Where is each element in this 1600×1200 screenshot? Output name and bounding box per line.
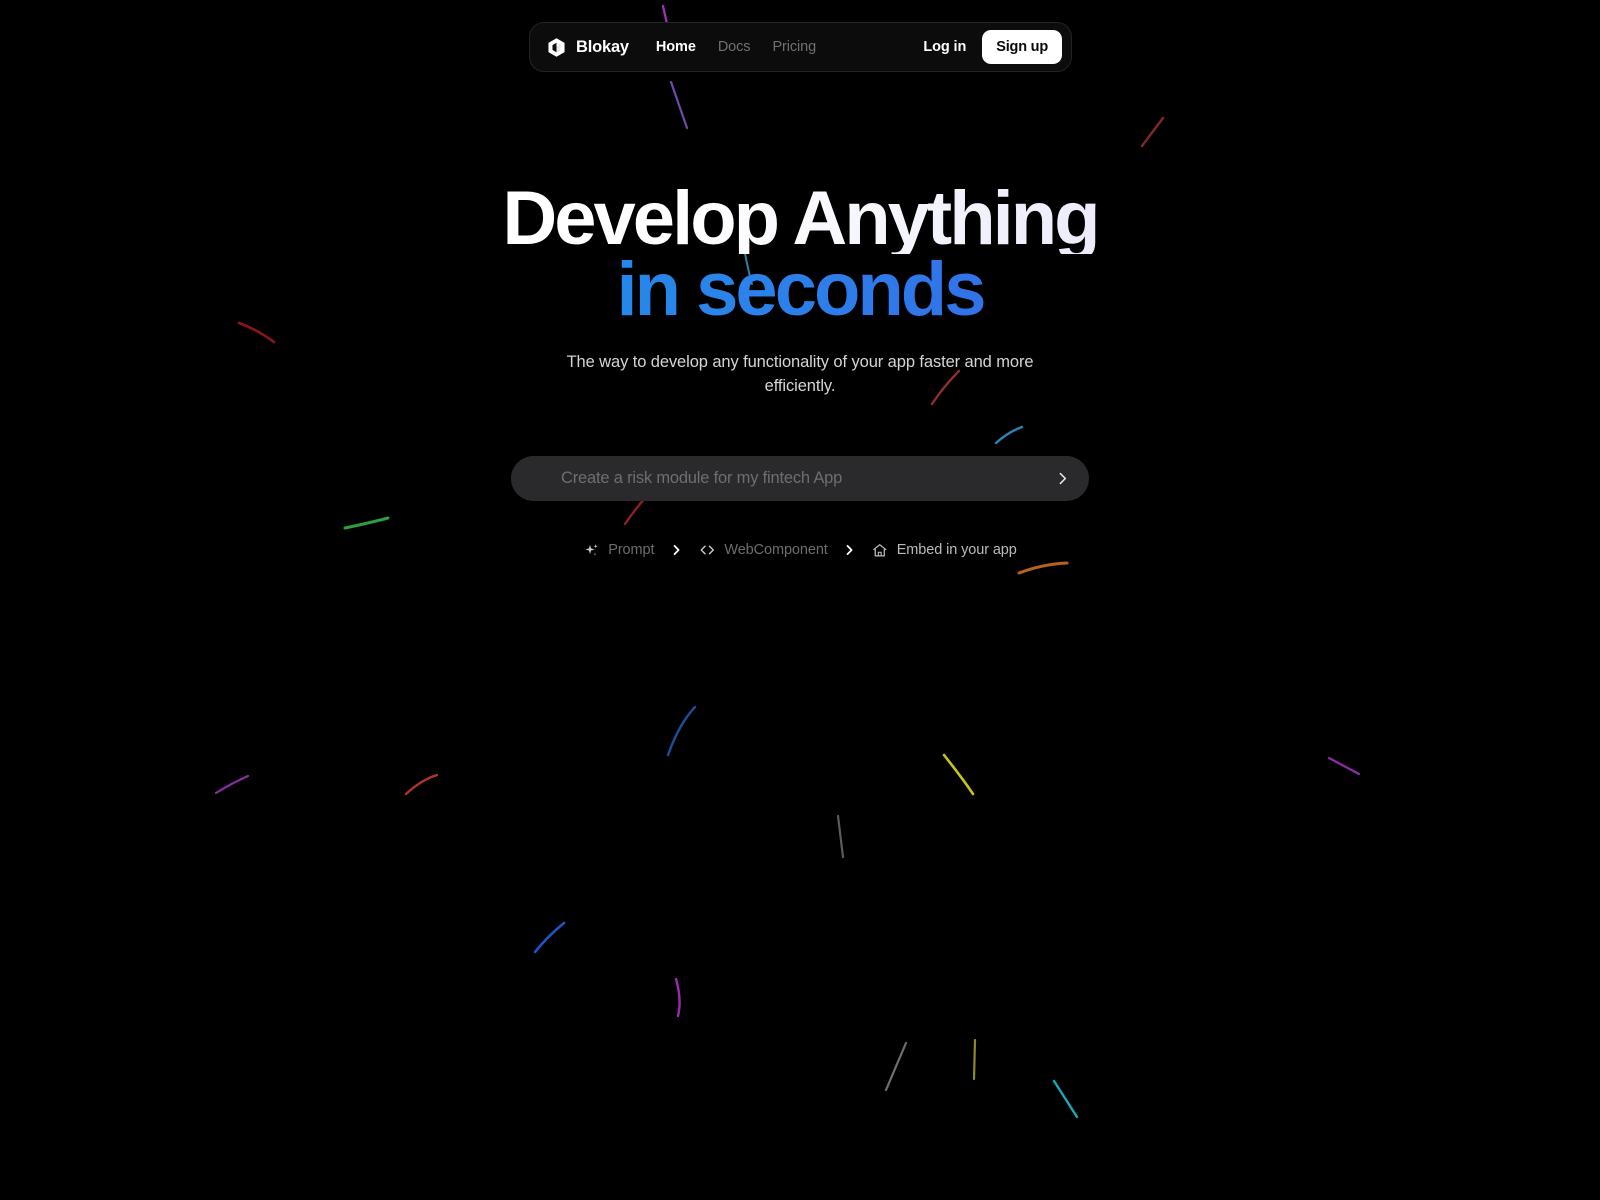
decorative-stroke	[404, 773, 439, 796]
decorative-stroke	[623, 495, 648, 526]
decorative-stroke	[214, 774, 250, 795]
decorative-stroke	[669, 80, 689, 130]
decorative-stroke	[1327, 756, 1361, 776]
nav-link-pricing[interactable]: Pricing	[772, 39, 816, 55]
step-separator-2	[828, 543, 872, 557]
step-webcomponent[interactable]: WebComponent	[698, 541, 828, 559]
decorative-stroke	[1052, 1079, 1079, 1119]
chevron-right-icon	[673, 545, 680, 555]
signup-button[interactable]: Sign up	[982, 30, 1062, 64]
brand-name: Blokay	[576, 37, 629, 56]
prompt-input-container[interactable]	[511, 456, 1089, 501]
page-title: Develop Anything in seconds	[0, 180, 1600, 328]
decorative-stroke	[674, 977, 681, 1018]
hero-subtitle: The way to develop any functionality of …	[566, 353, 1034, 396]
prompt-input[interactable]	[561, 469, 1053, 488]
step-embed-label: Embed in your app	[896, 542, 1017, 558]
decorative-stroke	[1140, 116, 1165, 148]
prompt-submit-button[interactable]	[1053, 470, 1071, 488]
page-title-line-1: Develop Anything	[0, 180, 1600, 256]
decorative-stroke	[994, 425, 1024, 445]
chevron-right-icon	[847, 545, 853, 555]
nav-links: Home Docs Pricing	[656, 39, 816, 55]
step-separator-1	[654, 543, 698, 557]
decorative-stroke	[343, 516, 390, 530]
decorative-stroke	[666, 705, 697, 757]
chevron-right-icon	[1059, 472, 1066, 485]
navbar: Blokay Home Docs Pricing Log in Sign up	[529, 22, 1072, 72]
code-brackets-icon	[698, 541, 716, 559]
steps-breadcrumb: Prompt WebComponent Embed in your app	[583, 541, 1017, 559]
cube-logo-icon	[548, 37, 565, 57]
decorative-stroke	[533, 921, 566, 954]
decorative-stroke	[972, 1038, 977, 1081]
brand[interactable]: Blokay	[546, 37, 629, 58]
nav-actions: Log in Sign up	[923, 30, 1062, 64]
step-prompt-label: Prompt	[608, 542, 655, 558]
decorative-stroke	[1017, 561, 1069, 575]
decorative-stroke	[836, 814, 845, 859]
decorative-stroke	[884, 1041, 908, 1092]
sparkles-icon	[583, 542, 600, 559]
decorative-stroke	[942, 753, 975, 796]
step-embed[interactable]: Embed in your app	[872, 542, 1017, 559]
nav-link-home[interactable]: Home	[656, 39, 696, 55]
home-icon	[872, 542, 889, 559]
nav-link-docs[interactable]: Docs	[718, 39, 751, 55]
page-title-line-2: in seconds	[0, 252, 1600, 328]
page-root: Blokay Home Docs Pricing Log in Sign up …	[0, 0, 1600, 1200]
login-link[interactable]: Log in	[923, 39, 966, 55]
step-prompt[interactable]: Prompt	[583, 542, 654, 559]
step-webcomponent-label: WebComponent	[724, 542, 828, 558]
